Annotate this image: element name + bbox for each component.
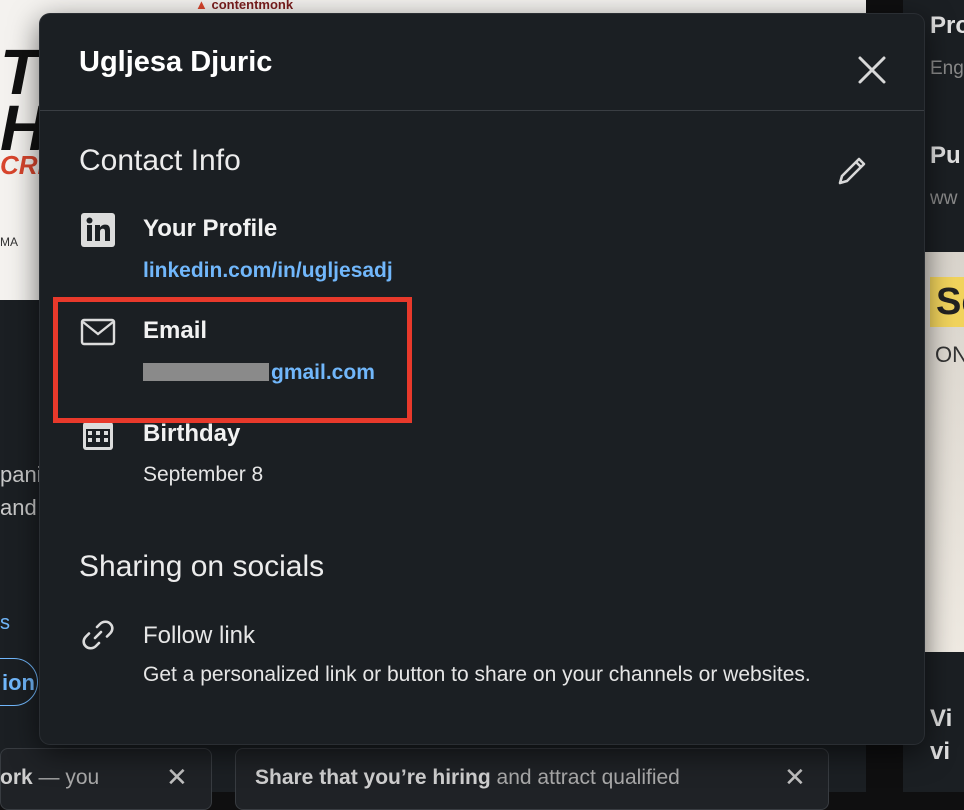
- right-sidebar-sub-2: ww: [930, 188, 958, 209]
- pencil-icon: [838, 157, 866, 185]
- right-sidebar-title-3b: vi: [930, 738, 951, 765]
- close-button[interactable]: [852, 50, 892, 90]
- profile-label: Your Profile: [143, 215, 278, 242]
- banner-brand-logo: ▲ contentmonk: [195, 0, 294, 12]
- sharing-heading: Sharing on socials: [79, 550, 325, 583]
- birthday-label: Birthday: [143, 420, 241, 447]
- right-image-sign: Sc: [930, 277, 964, 327]
- modal-header: Ugljesa Djuric: [40, 14, 924, 111]
- edit-contact-button[interactable]: [832, 150, 872, 190]
- right-sidebar-image: Sc ON: [925, 252, 964, 652]
- right-image-text: ON: [935, 342, 964, 367]
- bottom-card-2-text: Share that you’re hiring and attract qua…: [255, 766, 680, 789]
- left-text-line-2: and: [0, 495, 37, 520]
- right-sidebar-sub-1: Eng: [930, 58, 964, 79]
- close-icon: [858, 56, 886, 84]
- right-sidebar-title-2[interactable]: Pu: [930, 142, 961, 170]
- banner-small-text: MA: [0, 235, 18, 249]
- right-sidebar-title-1[interactable]: Pro: [930, 12, 964, 40]
- left-link[interactable]: s: [0, 612, 10, 635]
- bottom-card-2-close-icon[interactable]: ✕: [784, 762, 806, 793]
- email-highlight-box: [53, 297, 412, 423]
- modal-title: Ugljesa Djuric: [79, 46, 273, 78]
- follow-link-description: Get a personalized link or button to sha…: [143, 663, 811, 686]
- contact-info-heading: Contact Info: [79, 144, 241, 177]
- bottom-card-1-close-icon[interactable]: ✕: [166, 762, 188, 793]
- birthday-value: September 8: [143, 463, 264, 486]
- right-sidebar-title-3a: Vi: [930, 705, 953, 732]
- profile-link[interactable]: linkedin.com/in/ugljesadj: [143, 259, 393, 283]
- follow-link-label[interactable]: Follow link: [143, 622, 255, 650]
- bottom-card-1-text: ork — you: [0, 766, 100, 789]
- linkedin-icon: [80, 212, 116, 248]
- link-icon: [80, 617, 116, 653]
